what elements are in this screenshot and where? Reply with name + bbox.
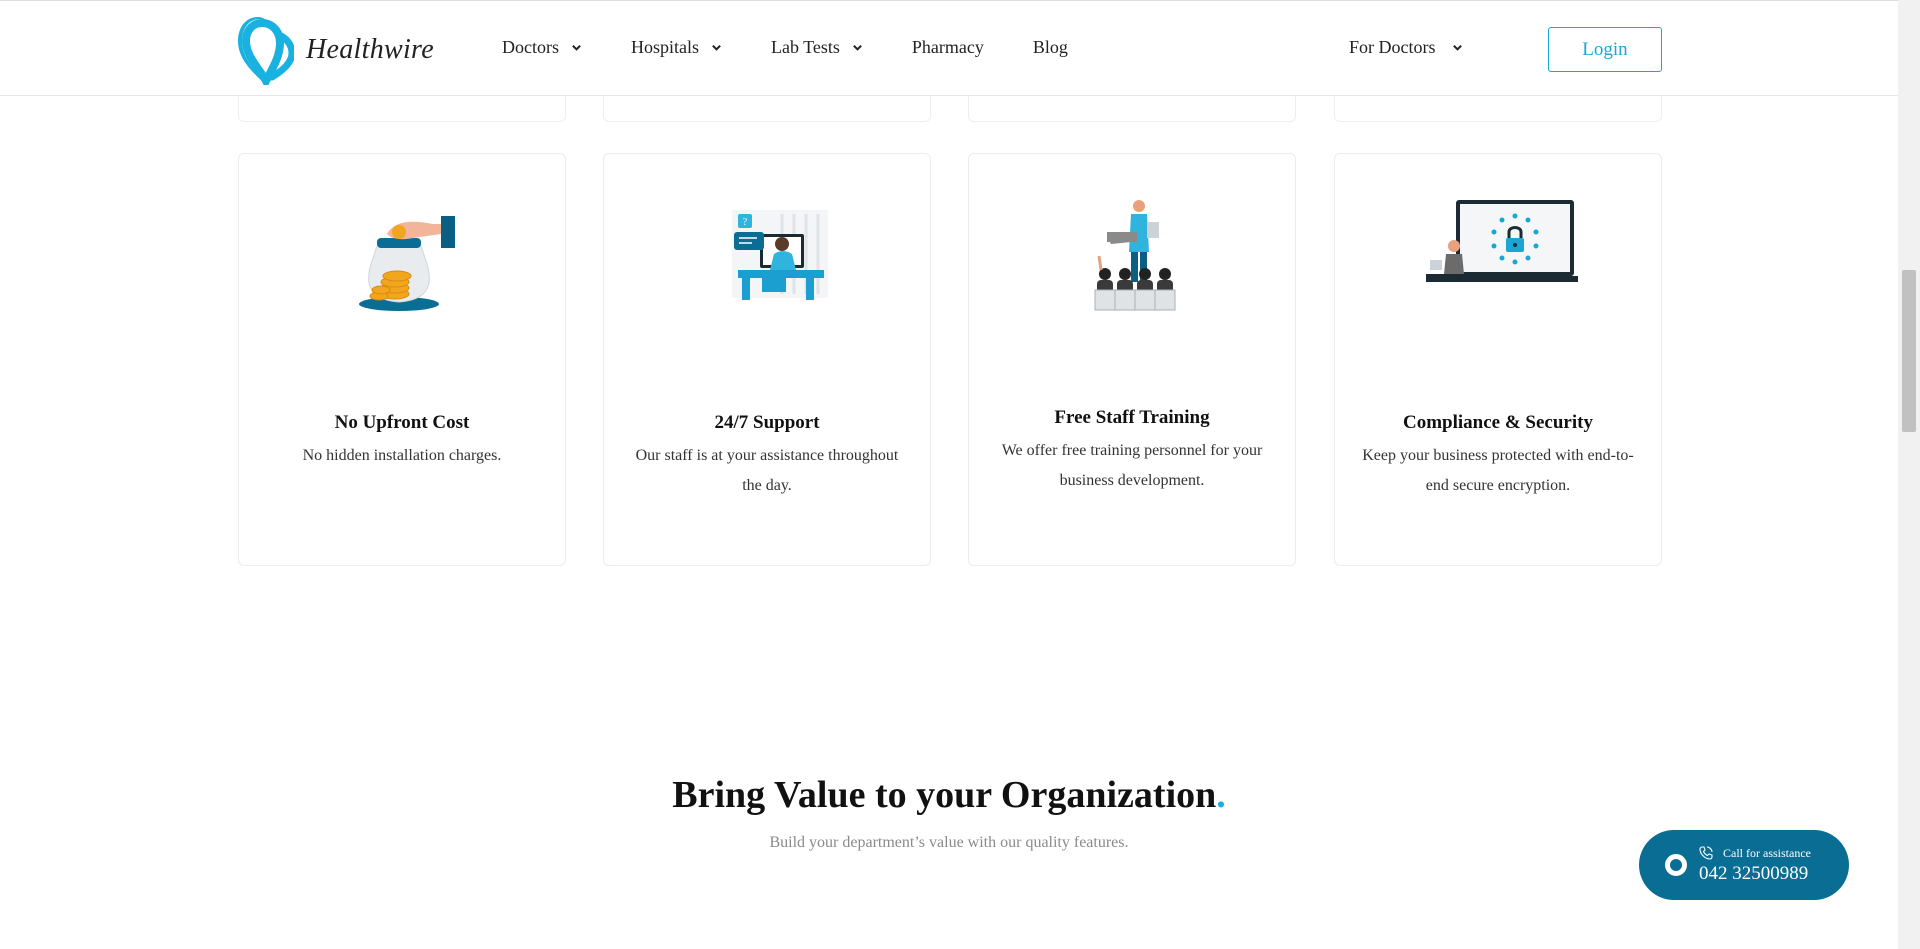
nav-pharmacy-label: Pharmacy <box>911 37 984 57</box>
chevron-down-icon <box>1452 44 1462 51</box>
card-description: We offer free training personnel for you… <box>1001 442 1263 489</box>
nav-blog[interactable]: Blog <box>1033 37 1068 58</box>
card-description: Keep your business protected with end-to… <box>1362 447 1634 494</box>
nav-lab-tests-label: Lab Tests <box>771 37 840 57</box>
nav-blog-label: Blog <box>1032 37 1068 57</box>
nav-doctors-label: Doctors <box>502 37 559 57</box>
nav-doctors[interactable]: Doctors <box>502 37 582 58</box>
scrollbar-thumb[interactable] <box>1902 270 1916 432</box>
feature-card-24-7-support: ? 24/7 Support Our staff is at your assi… <box>603 153 931 566</box>
nav-lab-tests[interactable]: Lab Tests <box>771 37 863 58</box>
scrollbar[interactable] <box>1898 0 1920 949</box>
call-for-assistance-button[interactable]: Call for assistance 042 32500989 <box>1639 830 1849 900</box>
nav-hospitals[interactable]: Hospitals <box>631 37 722 58</box>
chevron-down-icon <box>712 44 721 51</box>
call-label: Call for assistance <box>1723 845 1811 860</box>
nav-hospitals-label: Hospitals <box>631 37 700 57</box>
section-subtitle: Build your department’s value with our q… <box>769 834 1129 851</box>
call-number: 042 32500989 <box>1699 862 1809 884</box>
security-lock-icon <box>1426 200 1578 282</box>
coin-jar-icon <box>359 216 455 311</box>
chevron-down-icon <box>572 44 581 51</box>
for-doctors-label: For Doctors <box>1349 37 1436 57</box>
card-title: No Upfront Cost <box>334 412 470 433</box>
card-description: Our staff is at your assistance througho… <box>635 447 899 494</box>
main-nav: Doctors Hospitals Lab Tests Pharmacy Blo… <box>502 37 1117 58</box>
card-title: 24/7 Support <box>714 412 820 433</box>
svg-text:?: ? <box>743 217 748 228</box>
logo-text: Healthwire <box>306 34 434 65</box>
nav-pharmacy[interactable]: Pharmacy <box>912 37 984 58</box>
support-agent-icon: ? <box>732 210 828 300</box>
section-title-text: Bring Value to your Organization <box>672 774 1217 816</box>
call-ring-icon <box>1665 854 1687 876</box>
site-header: Healthwire Doctors Hospitals Lab Tests P… <box>0 0 1898 96</box>
healthwire-logo[interactable]: Healthwire <box>238 15 434 85</box>
feature-card-compliance-security: Compliance & Security Keep your business… <box>1334 153 1662 566</box>
training-icon <box>1094 200 1176 311</box>
feature-card-free-staff-training: Free Staff Training We offer free traini… <box>968 153 1296 566</box>
feature-card-no-upfront-cost: No Upfront Cost No hidden installation c… <box>238 153 566 566</box>
login-button[interactable]: Login <box>1548 27 1662 72</box>
card-title: Free Staff Training <box>1054 407 1210 428</box>
for-doctors-menu[interactable]: For Doctors <box>1349 37 1463 58</box>
section-title-dot: . <box>1216 774 1226 816</box>
heart-logo-icon <box>238 17 294 85</box>
card-title: Compliance & Security <box>1403 412 1593 433</box>
card-description: No hidden installation charges. <box>302 447 502 464</box>
section-title: Bring Value to your Organization. <box>0 773 1898 817</box>
chevron-down-icon <box>853 44 862 51</box>
phone-icon <box>1699 846 1713 860</box>
